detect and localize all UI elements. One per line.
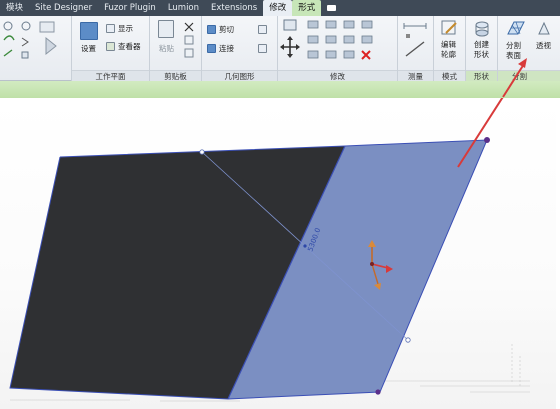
annotation-arrow-overlay	[502, 58, 527, 98]
